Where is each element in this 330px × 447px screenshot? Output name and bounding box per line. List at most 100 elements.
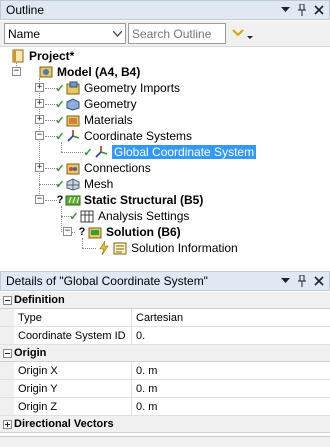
solution-icon xyxy=(87,224,103,240)
tree-node-global-coordinate-system[interactable]: ✓ Global Coordinate System xyxy=(83,144,257,160)
tree-node-coordinate-systems[interactable]: ✓ Coordinate Systems xyxy=(55,128,192,144)
model-icon xyxy=(38,64,54,80)
solution-information-label: Solution Information xyxy=(131,241,238,255)
geometry-imports-expand-toggle[interactable]: + xyxy=(35,83,44,92)
pin-icon[interactable] xyxy=(295,3,309,17)
outline-toolbar: Name xyxy=(0,21,330,47)
solution-label: Solution (B6) xyxy=(106,225,181,239)
panel-bottom-border xyxy=(0,436,330,447)
outline-title: Outline xyxy=(6,3,45,17)
materials-label: Materials xyxy=(84,113,133,127)
static-structural-icon xyxy=(65,192,81,208)
tree-node-analysis-settings[interactable]: ✓ Analysis Settings xyxy=(69,208,189,224)
group-origin[interactable]: Origin xyxy=(0,345,330,362)
origin-x-value[interactable]: 0. m xyxy=(132,362,330,379)
coordinate-systems-icon xyxy=(65,128,81,144)
check-icon: ✓ xyxy=(55,130,65,143)
coordinate-systems-collapse-toggle[interactable]: − xyxy=(35,131,44,140)
tree-node-materials[interactable]: ✓ Materials xyxy=(55,112,133,128)
model-collapse-toggle[interactable]: − xyxy=(12,67,21,76)
group-directional-vectors-label: Directional Vectors xyxy=(14,418,114,430)
mesh-icon xyxy=(65,176,81,192)
pin-icon[interactable] xyxy=(295,274,309,288)
coordinate-systems-label: Coordinate Systems xyxy=(84,129,193,143)
connections-icon xyxy=(65,160,81,176)
static-structural-label: Static Structural (B5) xyxy=(84,193,204,207)
global-coordinate-system-label: Global Coordinate System xyxy=(112,145,257,159)
filter-chevron-icon[interactable] xyxy=(232,27,254,41)
tree-node-model[interactable]: Model (A4, B4) xyxy=(38,64,140,80)
collapse-icon[interactable] xyxy=(0,295,14,305)
geometry-expand-toggle[interactable]: + xyxy=(35,99,44,108)
property-row-type: Type Cartesian xyxy=(0,309,330,327)
property-row-origin-x: Origin X 0. m xyxy=(0,362,330,380)
project-label: Project* xyxy=(29,49,75,63)
coordinate-system-id-label: Coordinate System ID xyxy=(14,327,132,344)
tree-node-geometry[interactable]: ✓ Geometry xyxy=(55,96,137,112)
check-icon: ✓ xyxy=(83,146,93,159)
geometry-imports-label: Geometry Imports xyxy=(84,81,181,95)
collapse-icon[interactable] xyxy=(0,348,14,358)
analysis-settings-icon xyxy=(79,208,95,224)
property-row-coordinate-system-id: Coordinate System ID 0. xyxy=(0,327,330,345)
tree-node-project[interactable]: Project* xyxy=(10,48,74,64)
mesh-label: Mesh xyxy=(84,177,114,191)
check-icon: ✓ xyxy=(55,82,65,95)
check-icon: ✓ xyxy=(55,162,65,175)
question-mark-icon: ? xyxy=(56,194,64,206)
origin-z-label: Origin Z xyxy=(14,398,132,415)
name-select-value: Name xyxy=(8,26,41,41)
details-panel-header: Details of "Global Coordinate System" xyxy=(0,271,330,291)
materials-icon xyxy=(65,112,81,128)
lightning-bolt-icon xyxy=(96,240,112,256)
group-definition[interactable]: Definition xyxy=(0,292,330,309)
tree-node-solution[interactable]: ? Solution (B6) xyxy=(77,224,181,240)
search-outline-input[interactable] xyxy=(128,23,226,44)
details-title: Details of "Global Coordinate System" xyxy=(6,274,208,288)
tree-node-geometry-imports[interactable]: ✓ Geometry Imports xyxy=(55,80,180,96)
geometry-label: Geometry xyxy=(84,97,137,111)
check-icon: ✓ xyxy=(55,178,65,191)
close-icon[interactable] xyxy=(312,274,326,288)
group-origin-label: Origin xyxy=(14,347,47,359)
check-icon: ✓ xyxy=(55,98,65,111)
dropdown-arrow-icon xyxy=(109,30,125,37)
close-icon[interactable] xyxy=(312,3,326,17)
outline-tree: Project* − Model (A4, B4) + ✓ Geometry I… xyxy=(0,48,330,268)
static-structural-collapse-toggle[interactable]: − xyxy=(35,195,44,204)
group-directional-vectors[interactable]: Directional Vectors xyxy=(0,416,330,433)
geometry-icon xyxy=(65,96,81,112)
connections-expand-toggle[interactable]: + xyxy=(35,163,44,172)
analysis-settings-label: Analysis Settings xyxy=(98,209,190,223)
group-definition-label: Definition xyxy=(14,294,65,306)
connections-label: Connections xyxy=(84,161,151,175)
origin-y-label: Origin Y xyxy=(14,380,132,397)
origin-y-value[interactable]: 0. m xyxy=(132,380,330,397)
panel-menu-dropdown-icon[interactable] xyxy=(278,3,292,17)
tree-node-static-structural[interactable]: ? Static Structural (B5) xyxy=(55,192,204,208)
question-mark-icon: ? xyxy=(78,226,86,238)
property-row-origin-z: Origin Z 0. m xyxy=(0,398,330,416)
tree-node-connections[interactable]: ✓ Connections xyxy=(55,160,151,176)
coordinate-system-icon xyxy=(93,144,109,160)
materials-expand-toggle[interactable]: + xyxy=(35,115,44,124)
origin-x-label: Origin X xyxy=(14,362,132,379)
origin-z-value[interactable]: 0. m xyxy=(132,398,330,415)
details-grid: Definition Type Cartesian Coordinate Sys… xyxy=(0,292,330,433)
expand-icon[interactable] xyxy=(0,419,14,429)
tree-node-mesh[interactable]: ✓ Mesh xyxy=(55,176,113,192)
model-label: Model (A4, B4) xyxy=(57,65,141,79)
panel-menu-dropdown-icon[interactable] xyxy=(278,274,292,288)
geometry-imports-icon xyxy=(65,80,81,96)
project-icon xyxy=(10,48,26,64)
coordinate-system-id-value[interactable]: 0. xyxy=(132,327,330,344)
type-label: Type xyxy=(14,309,132,326)
property-row-origin-y: Origin Y 0. m xyxy=(0,380,330,398)
type-value[interactable]: Cartesian xyxy=(132,309,330,326)
name-select[interactable]: Name xyxy=(4,23,126,44)
solution-information-icon xyxy=(112,240,128,256)
check-icon: ✓ xyxy=(69,210,79,223)
check-icon: ✓ xyxy=(55,114,65,127)
tree-node-solution-information[interactable]: Solution Information xyxy=(96,240,238,256)
solution-collapse-toggle[interactable]: − xyxy=(63,227,72,236)
